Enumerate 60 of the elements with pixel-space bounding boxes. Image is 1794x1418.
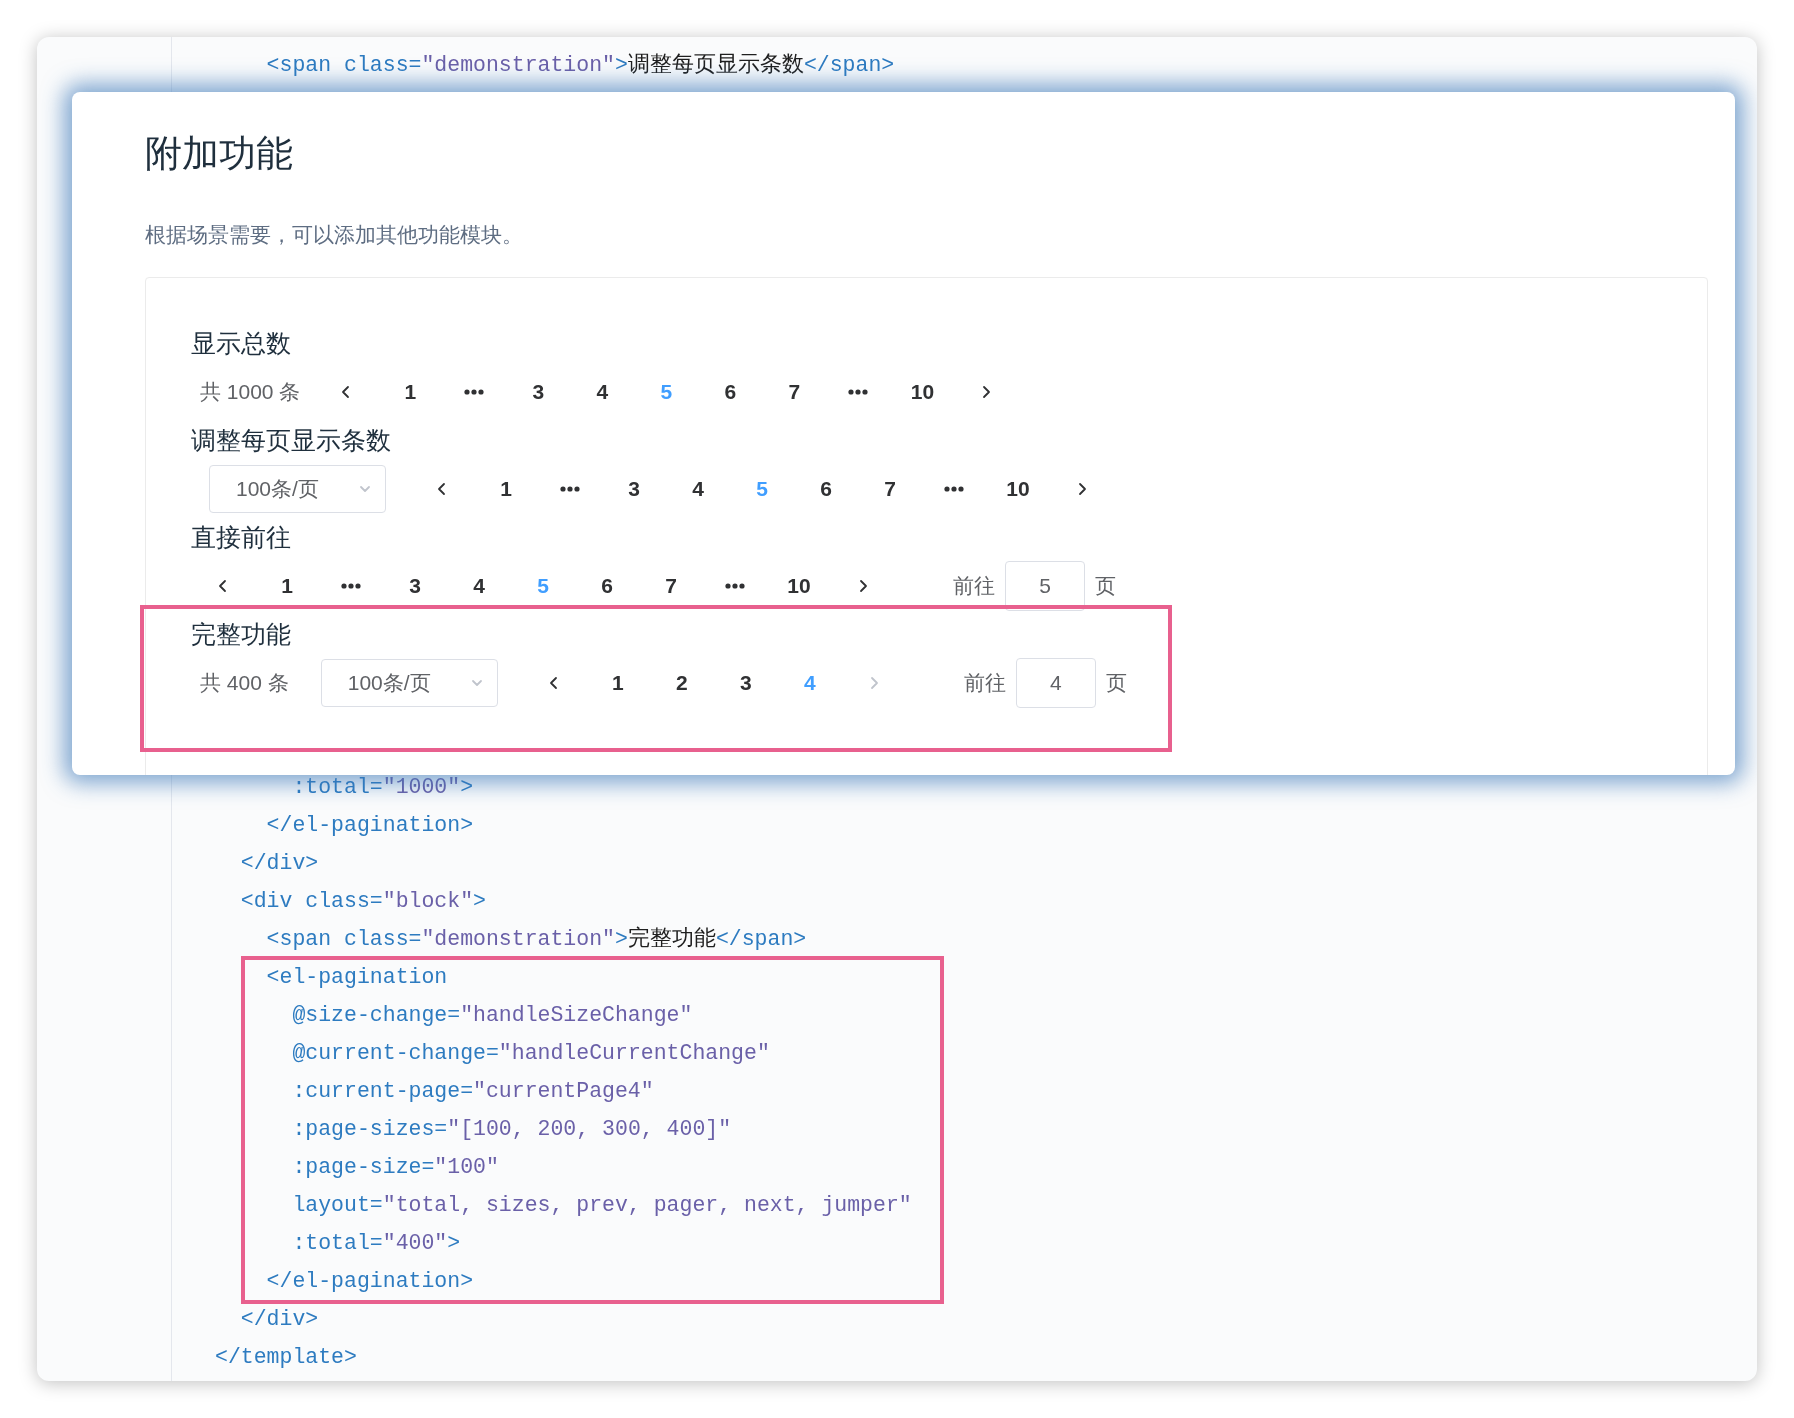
more-icon[interactable] xyxy=(341,582,361,589)
total-count: 共 1000 条 xyxy=(200,378,301,405)
page-number[interactable]: 7 xyxy=(858,468,922,509)
page-number[interactable]: 4 xyxy=(666,468,730,509)
page-number[interactable]: 3 xyxy=(383,565,447,606)
page-number[interactable]: 1 xyxy=(474,468,538,509)
page-number[interactable]: 10 xyxy=(890,371,955,412)
page-input[interactable]: 4 xyxy=(1015,657,1096,708)
code-line: </div> xyxy=(239,1306,319,1333)
code-line: :total="1000"> xyxy=(291,774,474,801)
demo-title: 直接前往 xyxy=(191,522,291,553)
more-icon[interactable] xyxy=(464,388,485,395)
more-icon[interactable] xyxy=(560,485,580,492)
demo-title: 调整每页显示条数 xyxy=(191,425,391,456)
page-number[interactable]: 3 xyxy=(602,468,666,509)
page-number[interactable]: 7 xyxy=(639,565,703,606)
code-line: layout="total, sizes, prev, pager, next, jumper" xyxy=(291,1192,912,1219)
page-number[interactable]: 4 xyxy=(447,565,511,606)
code-line: </template> xyxy=(215,1344,357,1371)
section-heading: 附加功能 xyxy=(145,132,294,176)
more-icon[interactable] xyxy=(848,388,869,395)
page-number[interactable]: 1 xyxy=(585,662,650,703)
code-line: @size-change="handleSizeChange" xyxy=(291,1002,693,1029)
page-number[interactable]: 6 xyxy=(575,565,639,606)
code-line: </el-pagination> xyxy=(265,1268,474,1295)
code-line: <span class="demonstration">完整功能</span> xyxy=(265,925,807,953)
page-number[interactable]: 10 xyxy=(767,565,831,606)
code-line: :page-size="100" xyxy=(291,1154,499,1181)
page-number[interactable]: 3 xyxy=(506,371,571,412)
page-size-select[interactable]: 100条/页 xyxy=(320,658,498,707)
page-number[interactable]: 1 xyxy=(255,565,319,606)
code-line: <span class="demonstration">调整每页显示条数</span> xyxy=(265,52,895,79)
page-number[interactable]: 10 xyxy=(986,468,1050,509)
page-number[interactable]: 6 xyxy=(698,371,763,412)
more-icon[interactable] xyxy=(944,485,964,492)
code-line: <el-pagination xyxy=(265,964,448,991)
page-number[interactable]: 2 xyxy=(649,662,714,703)
page-size-select[interactable]: 100条/页 xyxy=(209,464,386,513)
demo-title: 显示总数 xyxy=(191,328,291,359)
page-number[interactable]: 1 xyxy=(378,371,443,412)
code-line: <div class="block"> xyxy=(239,888,486,915)
code-line: :current-page="currentPage4" xyxy=(291,1078,654,1105)
total-count: 共 400 条 xyxy=(200,669,289,696)
code-line: :total="400"> xyxy=(291,1230,461,1257)
goto-label: 前往 xyxy=(963,669,1006,696)
page-unit-label: 页 xyxy=(1105,669,1127,696)
goto-label: 前往 xyxy=(953,572,995,599)
page-number[interactable]: 4 xyxy=(570,371,635,412)
code-line: </el-pagination> xyxy=(265,812,474,839)
code-line: </div> xyxy=(239,850,319,877)
page-unit-label: 页 xyxy=(1095,572,1116,599)
page-number[interactable]: 7 xyxy=(762,371,827,412)
code-line: :page-sizes="[100, 200, 300, 400]" xyxy=(291,1116,732,1143)
code-line: @current-change="handleCurrentChange" xyxy=(291,1040,770,1067)
page-number[interactable]: 3 xyxy=(713,662,778,703)
more-icon[interactable] xyxy=(725,582,745,589)
page-number[interactable]: 6 xyxy=(794,468,858,509)
demo-title: 完整功能 xyxy=(191,619,291,650)
page-input[interactable]: 5 xyxy=(1005,560,1085,611)
description-text: 根据场景需要，可以添加其他功能模块。 xyxy=(145,222,524,248)
